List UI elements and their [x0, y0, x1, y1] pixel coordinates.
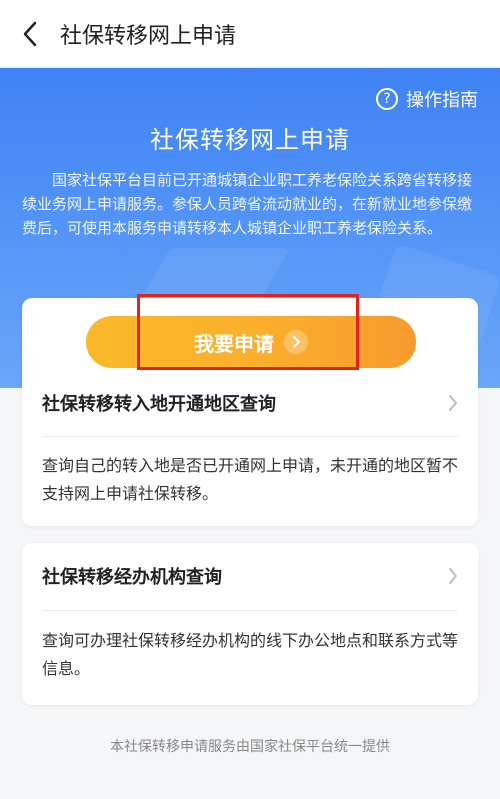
chevron-right-icon [449, 395, 457, 411]
chevron-right-circle-icon [284, 330, 308, 354]
help-icon: ? [376, 88, 398, 110]
hero-title: 社保转移网上申请 [150, 126, 350, 154]
hero-description: 国家社保平台目前已开通城镇企业职工养老保险关系跨省转移接续业务网上申请服务。参保… [22, 171, 473, 237]
region-query-title: 社保转移转入地开通地区查询 [42, 394, 276, 415]
page-title: 社保转移网上申请 [60, 23, 237, 49]
region-query-description: 查询自己的转入地是否已开通网上申请，未开通的地区暂不支持网上申请社保转移。 [42, 456, 459, 503]
back-button[interactable] [0, 0, 60, 68]
chevron-right-icon [449, 568, 457, 584]
divider [42, 610, 458, 611]
footer-note: 本社保转移申请服务由国家社保平台统一提供 [110, 739, 390, 755]
apply-button[interactable]: 我要申请 [86, 316, 416, 368]
guide-link[interactable]: ? 操作指南 [376, 86, 478, 112]
agency-query-title: 社保转移经办机构查询 [42, 567, 222, 588]
divider [42, 436, 458, 437]
region-query-row[interactable]: 社保转移转入地开通地区查询 [42, 388, 458, 418]
apply-card: 我要申请 社保转移转入地开通地区查询 查询自己的转入地是否已开通网上申请，未开通… [22, 294, 478, 526]
agency-query-card: 社保转移经办机构查询 查询可办理社保转移经办机构的线下办公地点和联系方式等信息。 [22, 543, 478, 705]
chevron-left-icon [23, 21, 37, 46]
top-nav-bar: 社保转移网上申请 [0, 0, 500, 68]
apply-button-label: 我要申请 [194, 333, 274, 356]
agency-query-row[interactable]: 社保转移经办机构查询 [42, 561, 458, 591]
agency-query-description: 查询可办理社保转移经办机构的线下办公地点和联系方式等信息。 [42, 631, 459, 678]
guide-label: 操作指南 [406, 90, 478, 111]
